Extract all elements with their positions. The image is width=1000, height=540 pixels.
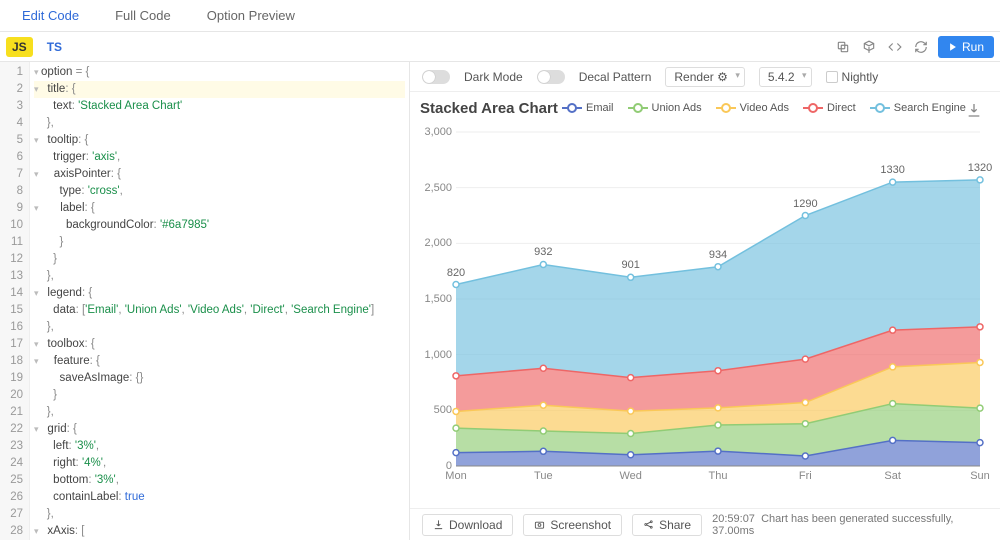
- version-label: 5.4.2: [768, 70, 795, 84]
- tab-label: Full Code: [115, 8, 171, 23]
- tab-edit-code[interactable]: Edit Code: [4, 0, 97, 31]
- decal-label: Decal Pattern: [579, 70, 652, 84]
- x-tick-label: Wed: [619, 470, 641, 482]
- y-tick-label: 3,000: [424, 126, 452, 138]
- x-tick-label: Fri: [799, 470, 812, 482]
- status-text: 20:59:07 Chart has been generated succes…: [712, 513, 988, 537]
- screenshot-button[interactable]: Screenshot: [523, 514, 622, 536]
- data-label: 934: [709, 249, 727, 261]
- data-label: 1330: [880, 164, 904, 176]
- dark-mode-toggle[interactable]: [422, 70, 450, 84]
- refresh-icon[interactable]: [910, 36, 932, 58]
- y-tick-label: 1,500: [424, 293, 452, 305]
- data-label: 901: [621, 259, 639, 271]
- renderer-select[interactable]: Render ⚙: [665, 67, 744, 87]
- y-tick-label: 1,000: [424, 349, 452, 361]
- share-button[interactable]: Share: [632, 514, 702, 536]
- x-tick-label: Sun: [970, 470, 990, 482]
- decal-toggle[interactable]: [537, 70, 565, 84]
- stacked-area-chart[interactable]: 05001,0001,5002,0002,5003,000MonTueWedTh…: [456, 132, 980, 466]
- y-tick-label: 500: [434, 404, 452, 416]
- legend-item[interactable]: Video Ads: [716, 102, 789, 114]
- tab-label: Option Preview: [207, 8, 295, 23]
- data-label: 1320: [968, 162, 992, 174]
- tab-label: Edit Code: [22, 8, 79, 23]
- code-icon[interactable]: [884, 36, 906, 58]
- download-icon[interactable]: [966, 102, 982, 121]
- data-label: 820: [447, 267, 465, 279]
- tab-full-code[interactable]: Full Code: [97, 0, 189, 31]
- y-tick-label: 2,000: [424, 237, 452, 249]
- legend-item[interactable]: Email: [562, 102, 614, 114]
- data-label: 932: [534, 246, 552, 258]
- lang-js-button[interactable]: JS: [6, 37, 33, 57]
- x-tick-label: Tue: [534, 470, 553, 482]
- data-label: 1290: [793, 198, 817, 210]
- legend-item[interactable]: Direct: [803, 102, 856, 114]
- share-label: Share: [659, 518, 691, 532]
- x-tick-label: Thu: [709, 470, 728, 482]
- copy-icon[interactable]: [832, 36, 854, 58]
- x-tick-label: Mon: [445, 470, 466, 482]
- x-tick-label: Sat: [884, 470, 901, 482]
- renderer-label: Render ⚙: [674, 70, 727, 84]
- run-button[interactable]: Run: [938, 36, 994, 58]
- lang-ts-button[interactable]: TS: [41, 37, 68, 57]
- y-tick-label: 2,500: [424, 182, 452, 194]
- chart-title: Stacked Area Chart: [420, 100, 558, 117]
- cube-icon[interactable]: [858, 36, 880, 58]
- version-select[interactable]: 5.4.2: [759, 67, 812, 87]
- nightly-checkbox[interactable]: Nightly: [826, 70, 879, 84]
- download-label: Download: [449, 518, 502, 532]
- code-editor[interactable]: 1234567891011121314151617181920212223242…: [0, 62, 410, 540]
- download-button[interactable]: Download: [422, 514, 513, 536]
- screenshot-label: Screenshot: [550, 518, 611, 532]
- dark-mode-label: Dark Mode: [464, 70, 523, 84]
- run-label: Run: [962, 40, 984, 54]
- legend-item[interactable]: Search Engine: [870, 102, 966, 114]
- legend-item[interactable]: Union Ads: [628, 102, 702, 114]
- nightly-label: Nightly: [842, 70, 879, 84]
- tab-option-preview[interactable]: Option Preview: [189, 0, 313, 31]
